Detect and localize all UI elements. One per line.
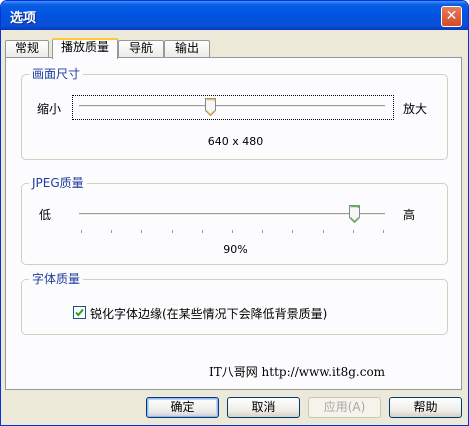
tab-playback-quality[interactable]: 播放质量 bbox=[52, 38, 118, 59]
image-size-slider-track[interactable] bbox=[79, 105, 385, 108]
apply-button-label: 应用(A) bbox=[323, 400, 366, 414]
jpeg-quality-slider-thumb[interactable] bbox=[348, 205, 360, 223]
slider-tick bbox=[232, 230, 233, 233]
title-bar[interactable]: 选项 ✕ bbox=[1, 1, 468, 30]
tab-playback-quality-label: 播放质量 bbox=[60, 40, 109, 54]
watermark-text: IT八哥网 http://www.it8g.com bbox=[209, 365, 386, 379]
close-icon: ✕ bbox=[445, 8, 458, 24]
slider-tick bbox=[201, 230, 203, 233]
tab-navigation-label: 导航 bbox=[128, 41, 153, 55]
slider-tick bbox=[262, 230, 264, 233]
ok-button-label: 确定 bbox=[170, 400, 195, 414]
jpeg-quality-slider-track[interactable] bbox=[79, 213, 385, 216]
slider-tick bbox=[383, 230, 384, 233]
font-quality-group-label: 字体质量 bbox=[29, 271, 84, 287]
image-size-slider-thumb[interactable] bbox=[205, 98, 217, 116]
cancel-button-label: 取消 bbox=[251, 400, 276, 414]
tab-general[interactable]: 常规 bbox=[5, 40, 49, 57]
slider-tick bbox=[322, 230, 324, 233]
tab-output-label: 输出 bbox=[174, 41, 199, 55]
help-button[interactable]: 帮助 bbox=[389, 397, 462, 418]
slider-tick bbox=[111, 230, 113, 233]
ok-button[interactable]: 确定 bbox=[146, 397, 219, 418]
tab-output[interactable]: 输出 bbox=[164, 40, 210, 57]
jpeg-quality-group: JPEG质量 低 高 90% bbox=[21, 175, 448, 265]
checkmark-icon bbox=[75, 308, 84, 317]
window-title: 选项 bbox=[10, 11, 37, 26]
tab-panel: 画面尺寸 缩小 放大 640 x 480 JPEG质量 低 高 90% 字体质量… bbox=[5, 57, 462, 390]
sharpen-edges-label[interactable]: 锐化字体边缘(在某些情况下会降低背景质量) bbox=[90, 305, 327, 322]
shrink-label: 缩小 bbox=[37, 102, 62, 116]
options-dialog: 选项 ✕ 常规 播放质量 导航 输出 画面尺寸 缩小 放大 640 x 480 … bbox=[0, 0, 469, 426]
jpeg-quality-group-label: JPEG质量 bbox=[29, 175, 87, 191]
image-size-group-label: 画面尺寸 bbox=[29, 66, 84, 82]
tab-general-label: 常规 bbox=[14, 41, 39, 55]
slider-tick bbox=[292, 230, 294, 233]
help-button-label: 帮助 bbox=[413, 400, 438, 414]
sharpen-edges-checkbox[interactable] bbox=[73, 306, 86, 319]
image-size-group: 画面尺寸 缩小 放大 640 x 480 bbox=[21, 66, 448, 160]
jpeg-quality-value: 90% bbox=[223, 243, 248, 256]
image-size-value: 640 x 480 bbox=[207, 135, 264, 148]
slider-tick bbox=[352, 230, 354, 233]
close-button[interactable]: ✕ bbox=[441, 6, 462, 27]
low-label: 低 bbox=[39, 208, 52, 222]
slider-tick bbox=[81, 230, 82, 233]
cancel-button[interactable]: 取消 bbox=[227, 397, 300, 418]
slider-tick bbox=[141, 230, 143, 233]
slider-tick bbox=[171, 230, 173, 233]
tab-navigation[interactable]: 导航 bbox=[118, 40, 164, 57]
enlarge-label: 放大 bbox=[403, 102, 428, 116]
apply-button[interactable]: 应用(A) bbox=[308, 397, 381, 418]
high-label: 高 bbox=[403, 208, 416, 222]
font-quality-group: 字体质量 锐化字体边缘(在某些情况下会降低背景质量) bbox=[21, 271, 448, 335]
